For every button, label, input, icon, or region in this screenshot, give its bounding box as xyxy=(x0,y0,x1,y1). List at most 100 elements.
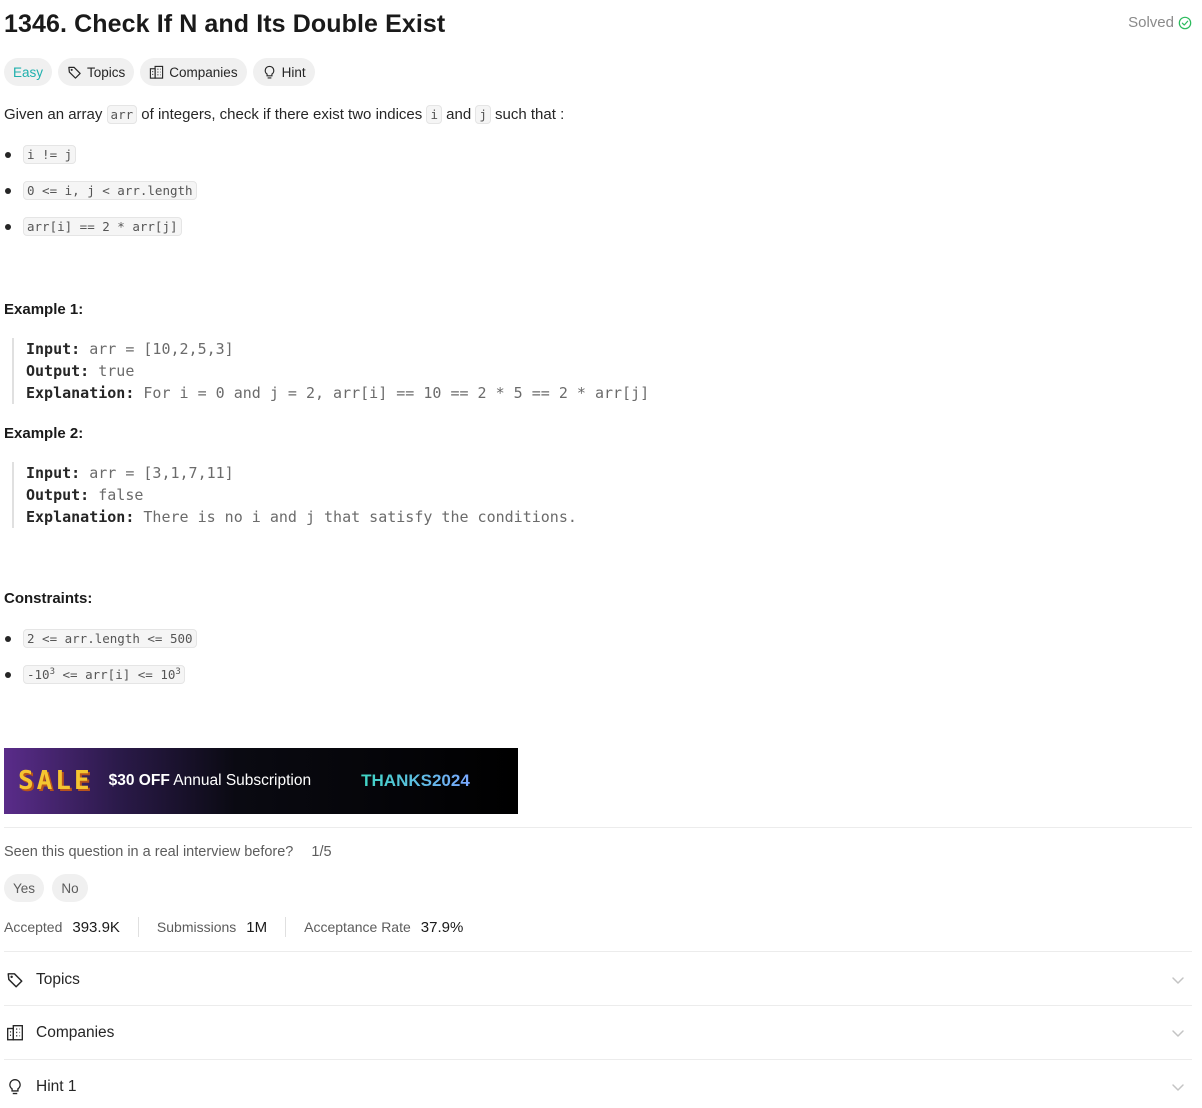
example-2-heading: Example 2: xyxy=(4,425,84,442)
example-1-heading: Example 1: xyxy=(4,301,84,318)
inline-code: arr xyxy=(106,105,138,124)
sale-label: SALE xyxy=(18,766,93,796)
building-icon xyxy=(7,1024,23,1040)
stats-separator xyxy=(285,917,287,937)
inline-code: i xyxy=(426,105,442,124)
stats-row: Accepted 393.9K Submissions 1M Acceptance … xyxy=(4,916,463,938)
check-circle-icon xyxy=(1178,16,1192,29)
input-label: Input: xyxy=(26,464,81,482)
acceptance-rate-value: 37.9% xyxy=(420,918,464,936)
lightbulb-icon xyxy=(264,65,274,78)
yes-button[interactable]: Yes xyxy=(4,874,45,902)
interview-answers: Yes No xyxy=(4,874,89,902)
constraint-text: <= arr[i] <= 10 xyxy=(55,667,176,683)
promo-code: THANKS2024 xyxy=(361,771,470,790)
statement-text: Given an array xyxy=(4,106,107,123)
constraints-heading: Constraints: xyxy=(4,590,93,607)
topics-accordion[interactable]: Topics xyxy=(4,953,1192,1006)
chevron-down-icon xyxy=(1172,1030,1184,1037)
inline-code: arr[i] == 2 * arr[j] xyxy=(23,217,182,236)
companies-tag-button[interactable]: Companies xyxy=(140,58,247,86)
hint-1-accordion-label: Hint 1 xyxy=(36,1077,77,1095)
submissions-value: 1M xyxy=(246,918,268,936)
acceptance-rate-label: Acceptance Rate xyxy=(304,919,411,935)
no-button[interactable]: No xyxy=(52,874,89,902)
example-2-block: Input: arr = [3,1,7,11] Output: false Ex… xyxy=(12,462,577,528)
constraint-bullet: 2 <= arr.length <= 500 xyxy=(4,629,197,648)
output-value: false xyxy=(98,486,144,504)
hint-tag-label: Hint xyxy=(281,64,306,80)
explanation-label: Explanation: xyxy=(26,508,135,526)
promo-discount: $30 OFF xyxy=(108,772,170,789)
companies-accordion[interactable]: Companies xyxy=(4,1006,1192,1059)
input-label: Input: xyxy=(26,340,81,358)
tag-row: Easy Topics Companies Hint xyxy=(4,58,315,86)
promo-text: $30 OFF Annual Subscription xyxy=(109,772,312,790)
example-input-line: Input: arr = [3,1,7,11] xyxy=(26,462,577,484)
topics-accordion-label: Topics xyxy=(36,970,80,988)
submissions-label: Submissions xyxy=(156,919,237,935)
output-label: Output: xyxy=(26,362,90,380)
divider xyxy=(4,827,1192,828)
tag-icon xyxy=(7,972,23,987)
condition-bullet: 0 <= i, j < arr.length xyxy=(4,181,197,200)
output-value: true xyxy=(98,362,135,380)
bullet-dot xyxy=(5,151,11,158)
hint-tag-button[interactable]: Hint xyxy=(252,58,315,86)
statement-text: of integers, check if there exist two in… xyxy=(137,106,427,123)
solved-label: Solved xyxy=(1128,14,1174,31)
stats-separator xyxy=(137,917,139,937)
problem-statement: Given an array arr of integers, check if… xyxy=(4,104,564,126)
companies-tag-label: Companies xyxy=(169,64,238,80)
input-value: arr = [3,1,7,11] xyxy=(89,464,234,482)
bullet-dot xyxy=(5,671,11,678)
topics-tag-label: Topics xyxy=(87,64,126,80)
chevron-down-icon xyxy=(1172,1084,1184,1091)
constraint-bullet: -103 <= arr[i] <= 103 xyxy=(4,665,185,685)
problem-title[interactable]: 1346. Check If N and Its Double Exist xyxy=(4,6,445,42)
example-input-line: Input: arr = [10,2,5,3] xyxy=(26,338,649,360)
condition-bullet: i != j xyxy=(4,145,77,164)
constraint-text: -10 xyxy=(27,667,50,683)
inline-code: j xyxy=(475,105,491,124)
example-explanation-line: Explanation: There is no i and j that sa… xyxy=(26,506,577,528)
inline-code: i != j xyxy=(23,145,77,164)
difficulty-badge: Easy xyxy=(4,58,53,86)
promo-banner[interactable]: SALE $30 OFF Annual Subscription THANKS2… xyxy=(4,748,518,814)
exponent: 3 xyxy=(175,667,181,677)
companies-accordion-label: Companies xyxy=(36,1023,115,1041)
promo-subscription: Annual Subscription xyxy=(169,772,312,789)
interview-question-text: Seen this question in a real interview b… xyxy=(4,844,294,860)
hint-1-accordion[interactable]: Hint 1 xyxy=(4,1060,1192,1108)
lightbulb-icon xyxy=(9,1078,21,1094)
condition-bullet: arr[i] == 2 * arr[j] xyxy=(4,217,182,236)
example-explanation-line: Explanation: For i = 0 and j = 2, arr[i]… xyxy=(26,382,649,404)
title-row: 1346. Check If N and Its Double Exist So… xyxy=(4,6,1192,42)
topics-tag-button[interactable]: Topics xyxy=(58,58,135,86)
divider xyxy=(4,951,1192,952)
input-value: arr = [10,2,5,3] xyxy=(89,340,234,358)
accepted-label: Accepted xyxy=(4,919,63,935)
example-output-line: Output: true xyxy=(26,360,649,382)
explanation-value: For i = 0 and j = 2, arr[i] == 10 == 2 *… xyxy=(143,384,650,402)
explanation-label: Explanation: xyxy=(26,384,135,402)
tag-icon xyxy=(68,66,81,79)
inline-code: -103 <= arr[i] <= 103 xyxy=(23,665,185,685)
interview-pagination: 1/5 xyxy=(311,844,332,860)
inline-code: 0 <= i, j < arr.length xyxy=(23,181,197,200)
statement-text: and xyxy=(441,106,476,123)
example-1-block: Input: arr = [10,2,5,3] Output: true Exp… xyxy=(12,338,649,404)
bullet-dot xyxy=(5,187,11,194)
bullet-dot xyxy=(5,635,11,642)
inline-code: 2 <= arr.length <= 500 xyxy=(23,629,197,648)
bullet-dot xyxy=(5,223,11,230)
chevron-down-icon xyxy=(1172,977,1184,984)
accepted-value: 393.9K xyxy=(72,918,120,936)
statement-text: such that : xyxy=(490,106,565,123)
example-output-line: Output: false xyxy=(26,484,577,506)
interview-question: Seen this question in a real interview b… xyxy=(4,844,332,860)
output-label: Output: xyxy=(26,486,90,504)
explanation-value: There is no i and j that satisfy the con… xyxy=(143,508,577,526)
solved-status: Solved xyxy=(1128,14,1192,31)
building-icon xyxy=(150,65,164,79)
